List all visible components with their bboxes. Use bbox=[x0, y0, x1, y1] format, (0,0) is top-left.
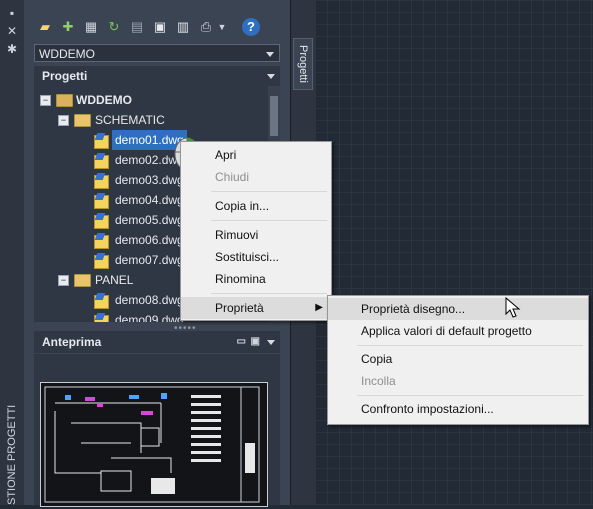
menu-item-label: Proprietà bbox=[215, 301, 264, 315]
project-dropdown[interactable]: WDDEMO bbox=[34, 44, 280, 62]
drawing-icon bbox=[94, 253, 109, 269]
tree-root-label: WDDEMO bbox=[76, 93, 132, 107]
menu-item-drawing-properties[interactable]: Proprietà disegno... bbox=[328, 298, 588, 320]
chevron-down-icon[interactable] bbox=[266, 52, 274, 57]
tree-item-label: demo07.dwg bbox=[115, 253, 184, 267]
reports-icon[interactable]: ▥ bbox=[174, 18, 192, 36]
drawing-canvas[interactable] bbox=[315, 0, 593, 505]
folder-icon bbox=[74, 114, 91, 127]
drawing-icon bbox=[94, 173, 109, 189]
drawing-list-icon[interactable]: ▣ bbox=[151, 18, 169, 36]
menu-item-label: Confronto impostazioni... bbox=[361, 402, 494, 416]
new-project-icon[interactable]: ✚ bbox=[59, 18, 77, 36]
tree-item-label: demo03.dwg bbox=[115, 173, 184, 187]
project-toolbar: ▰ ✚ ▦ ↻ ▤ ▣ ▥ ⎙ ▼ ? bbox=[24, 0, 290, 40]
projects-side-tab[interactable]: Progetti bbox=[293, 38, 313, 90]
pin-icon[interactable]: ▪ bbox=[5, 6, 19, 20]
menu-separator bbox=[211, 293, 327, 294]
plot-dropdown-icon[interactable]: ▼ bbox=[217, 18, 227, 36]
tree-folder-label: SCHEMATIC bbox=[95, 113, 165, 127]
new-drawing-icon[interactable]: ▦ bbox=[82, 18, 100, 36]
drawing-preview-image bbox=[40, 382, 268, 507]
thumbnail-icon[interactable]: ▣ bbox=[251, 331, 260, 353]
menu-item-label: Chiudi bbox=[215, 170, 250, 184]
help-icon[interactable]: ? bbox=[242, 18, 260, 36]
project-dropdown-value: WDDEMO bbox=[39, 47, 95, 61]
folder-icon bbox=[74, 274, 91, 287]
tree-folder-label: PANEL bbox=[95, 273, 134, 287]
project-properties-icon[interactable]: ▤ bbox=[128, 18, 146, 36]
drawing-icon bbox=[94, 133, 109, 149]
menu-item-label: Applica valori di default progetto bbox=[361, 324, 532, 338]
settings-icon[interactable]: ✱ bbox=[5, 42, 19, 56]
tree-item-label: demo05.dwg bbox=[115, 213, 184, 227]
menu-item-remove[interactable]: Rimuovi bbox=[181, 224, 331, 246]
menu-item-label: Copia bbox=[361, 352, 393, 366]
collapse-icon[interactable]: − bbox=[40, 95, 51, 106]
menu-separator bbox=[211, 191, 327, 192]
menu-item-copy-to[interactable]: Copia in... bbox=[181, 195, 331, 217]
menu-item-replace[interactable]: Sostituisci... bbox=[181, 246, 331, 268]
menu-item-label: Rimuovi bbox=[215, 228, 259, 242]
chevron-down-icon[interactable] bbox=[267, 74, 275, 79]
open-project-icon[interactable]: ▰ bbox=[36, 18, 54, 36]
drawing-icon bbox=[94, 153, 109, 169]
tree-root[interactable]: − WDDEMO bbox=[34, 90, 264, 110]
drawing-icon bbox=[94, 213, 109, 229]
menu-separator bbox=[357, 345, 583, 346]
projects-section-header: Progetti bbox=[34, 66, 280, 86]
menu-item-label: Proprietà disegno... bbox=[361, 302, 466, 316]
menu-item-label: Apri bbox=[215, 148, 237, 162]
preview-section-title: Anteprima bbox=[42, 335, 102, 349]
menu-item-properties[interactable]: Proprietà ▶ bbox=[181, 297, 331, 319]
menu-item-close: Chiudi bbox=[181, 166, 331, 188]
scrollbar-thumb[interactable] bbox=[270, 96, 278, 136]
mouse-cursor-icon bbox=[505, 296, 521, 319]
collapse-icon[interactable]: − bbox=[58, 115, 69, 126]
preview-section-header: Anteprima ▭ ▣ bbox=[34, 331, 280, 353]
preview-mode-icon[interactable]: ▭ bbox=[237, 331, 246, 353]
menu-item-apply-defaults[interactable]: Applica valori di default progetto bbox=[328, 320, 588, 342]
menu-item-rename[interactable]: Rinomina bbox=[181, 268, 331, 290]
preview-panel bbox=[34, 354, 280, 507]
menu-item-open[interactable]: Apri bbox=[181, 144, 331, 166]
menu-item-label: Incolla bbox=[361, 374, 396, 388]
tree-item-label: demo09.dwg bbox=[115, 313, 184, 322]
drawing-icon bbox=[94, 193, 109, 209]
refresh-icon[interactable]: ↻ bbox=[105, 18, 123, 36]
menu-item-compare-settings[interactable]: Confronto impostazioni... bbox=[328, 398, 588, 420]
menu-separator bbox=[211, 220, 327, 221]
drawing-icon bbox=[94, 313, 109, 322]
projects-section-title: Progetti bbox=[42, 69, 88, 83]
tree-folder[interactable]: − SCHEMATIC bbox=[34, 110, 264, 130]
collapse-icon[interactable]: − bbox=[58, 275, 69, 286]
menu-item-label: Sostituisci... bbox=[215, 250, 280, 264]
tree-item-label: demo08.dwg bbox=[115, 293, 184, 307]
tree-item-label: demo04.dwg bbox=[115, 193, 184, 207]
palette-title: STIONE PROGETTI bbox=[6, 404, 18, 505]
menu-item-copy[interactable]: Copia bbox=[328, 348, 588, 370]
submenu-arrow-icon: ▶ bbox=[315, 302, 323, 313]
chevron-down-icon[interactable] bbox=[267, 340, 275, 345]
menu-item-paste: Incolla bbox=[328, 370, 588, 392]
palette-title-strip: ▪ ✕ ✱ STIONE PROGETTI bbox=[0, 0, 25, 505]
plot-icon[interactable]: ⎙ bbox=[197, 18, 215, 36]
menu-item-label: Copia in... bbox=[215, 199, 270, 213]
context-menu: Apri Chiudi Copia in... Rimuovi Sostitui… bbox=[180, 141, 332, 321]
menu-separator bbox=[357, 395, 583, 396]
drawing-icon bbox=[94, 233, 109, 249]
menu-item-label: Rinomina bbox=[215, 272, 266, 286]
close-icon[interactable]: ✕ bbox=[5, 24, 19, 38]
project-icon bbox=[56, 94, 73, 107]
drawing-icon bbox=[94, 293, 109, 309]
tree-item-label: demo06.dwg bbox=[115, 233, 184, 247]
properties-submenu: Proprietà disegno... Applica valori di d… bbox=[327, 295, 589, 425]
